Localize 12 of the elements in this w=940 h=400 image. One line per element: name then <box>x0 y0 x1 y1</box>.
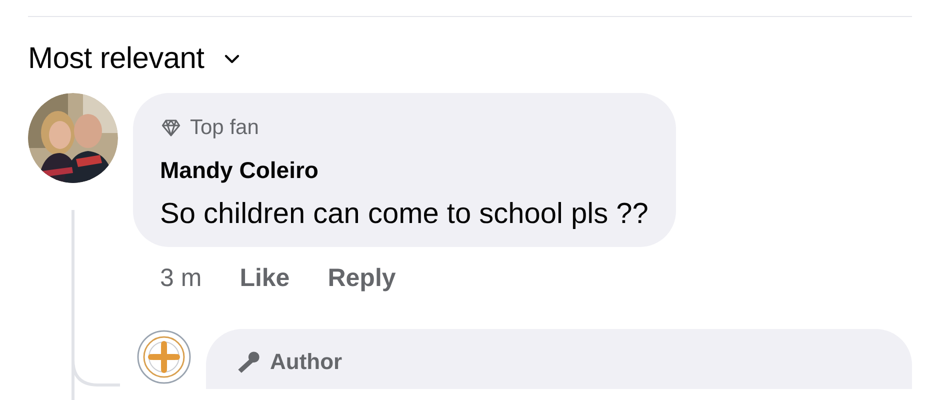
chevron-down-icon <box>224 54 240 64</box>
author-name[interactable]: Mandy Coleiro <box>160 155 648 185</box>
comment-text: So children can come to school pls ?? <box>160 197 648 232</box>
badge-label: Author <box>270 349 342 375</box>
emblem-icon <box>137 330 191 384</box>
action-link[interactable]: Like <box>240 260 290 296</box>
diamond-icon <box>160 118 182 138</box>
badge-label: Top fan <box>190 115 259 141</box>
comment-time: 3 m <box>160 263 202 294</box>
sort-dropdown[interactable]: Most relevant <box>28 41 240 77</box>
microphone-icon <box>236 349 262 375</box>
action-link[interactable]: Reply <box>328 260 396 296</box>
